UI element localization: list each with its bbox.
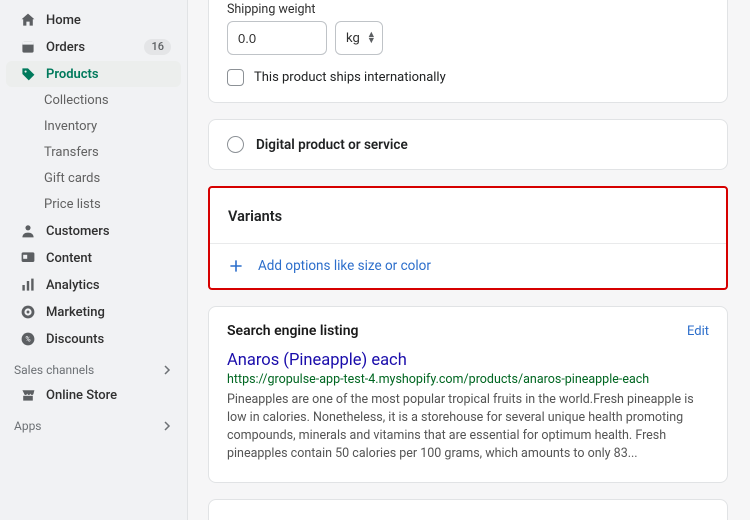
marketing-icon xyxy=(20,304,36,320)
tag-icon xyxy=(20,66,36,82)
home-icon xyxy=(20,12,36,28)
nav-label: Gift cards xyxy=(44,171,171,186)
chevron-right-icon xyxy=(161,420,173,432)
chevron-right-icon xyxy=(161,364,173,376)
nav-collections[interactable]: Collections xyxy=(6,88,181,113)
nav-price-lists[interactable]: Price lists xyxy=(6,192,181,217)
nav-products[interactable]: Products xyxy=(6,61,181,87)
nav-sales-channels-header[interactable]: Sales channels xyxy=(0,353,187,381)
shipping-unit-value: kg xyxy=(346,31,360,46)
shipping-card: Shipping weight kg ▲▼ This product ships… xyxy=(208,0,728,103)
nav-label: Products xyxy=(46,67,171,82)
svg-text:%: % xyxy=(25,334,30,343)
nav-label: Content xyxy=(46,251,171,266)
seo-preview-title: Anaros (Pineapple) each xyxy=(227,351,709,370)
nav-home[interactable]: Home xyxy=(6,7,181,33)
nav-label: Transfers xyxy=(44,145,171,160)
nav-label: Inventory xyxy=(44,119,171,134)
digital-option-row[interactable]: Digital product or service xyxy=(209,120,727,169)
nav-analytics[interactable]: Analytics xyxy=(6,272,181,298)
nav-customers[interactable]: Customers xyxy=(6,218,181,244)
metafields-card: Metafields Show all xyxy=(208,499,728,520)
variants-title: Variants xyxy=(210,188,726,243)
sidebar: Home Orders 16 Products Collections Inve… xyxy=(0,0,188,520)
ships-internationally-checkbox[interactable] xyxy=(227,69,244,86)
nav-label: Orders xyxy=(46,40,134,55)
nav-orders[interactable]: Orders 16 xyxy=(6,34,181,60)
nav-apps-header[interactable]: Apps xyxy=(0,409,187,437)
nav-section-text: Apps xyxy=(14,419,42,433)
plus-icon xyxy=(228,258,244,274)
nav-discounts[interactable]: % Discounts xyxy=(6,326,181,352)
discounts-icon: % xyxy=(20,331,36,347)
shipping-weight-input[interactable] xyxy=(227,21,327,55)
content-icon xyxy=(20,250,36,266)
variants-card: Variants Add options like size or color xyxy=(208,186,728,290)
shipping-weight-label: Shipping weight xyxy=(227,2,709,17)
main-content: Shipping weight kg ▲▼ This product ships… xyxy=(188,0,750,520)
nav-content[interactable]: Content xyxy=(6,245,181,271)
analytics-icon xyxy=(20,277,36,293)
customers-icon xyxy=(20,223,36,239)
seo-card: Search engine listing Edit Anaros (Pinea… xyxy=(208,306,728,483)
ships-internationally-label: This product ships internationally xyxy=(254,70,446,85)
nav-inventory[interactable]: Inventory xyxy=(6,114,181,139)
seo-preview-description: Pineapples are one of the most popular t… xyxy=(227,391,709,464)
nav-label: Marketing xyxy=(46,305,171,320)
seo-section-title: Search engine listing xyxy=(227,323,358,339)
digital-label: Digital product or service xyxy=(256,137,408,153)
digital-card: Digital product or service xyxy=(208,119,728,170)
nav-label: Collections xyxy=(44,93,171,108)
nav-label: Customers xyxy=(46,224,171,239)
add-variant-option-label: Add options like size or color xyxy=(258,258,431,274)
add-variant-option-button[interactable]: Add options like size or color xyxy=(210,243,726,288)
nav-marketing[interactable]: Marketing xyxy=(6,299,181,325)
seo-preview-url: https://gropulse-app-test-4.myshopify.co… xyxy=(227,372,709,387)
nav-section-text: Sales channels xyxy=(14,363,94,377)
nav-label: Analytics xyxy=(46,278,171,293)
nav-label: Discounts xyxy=(46,332,171,347)
orders-icon xyxy=(20,39,36,55)
orders-badge: 16 xyxy=(144,39,171,55)
nav-label: Online Store xyxy=(46,388,171,403)
nav-transfers[interactable]: Transfers xyxy=(6,140,181,165)
shipping-unit-select[interactable]: kg ▲▼ xyxy=(335,21,383,55)
digital-radio[interactable] xyxy=(227,136,244,153)
nav-gift-cards[interactable]: Gift cards xyxy=(6,166,181,191)
nav-label: Home xyxy=(46,13,171,28)
seo-edit-button[interactable]: Edit xyxy=(687,324,709,339)
sort-arrows-icon: ▲▼ xyxy=(367,22,376,54)
online-store-icon xyxy=(20,387,36,403)
nav-label: Price lists xyxy=(44,197,171,212)
nav-online-store[interactable]: Online Store xyxy=(6,382,181,408)
